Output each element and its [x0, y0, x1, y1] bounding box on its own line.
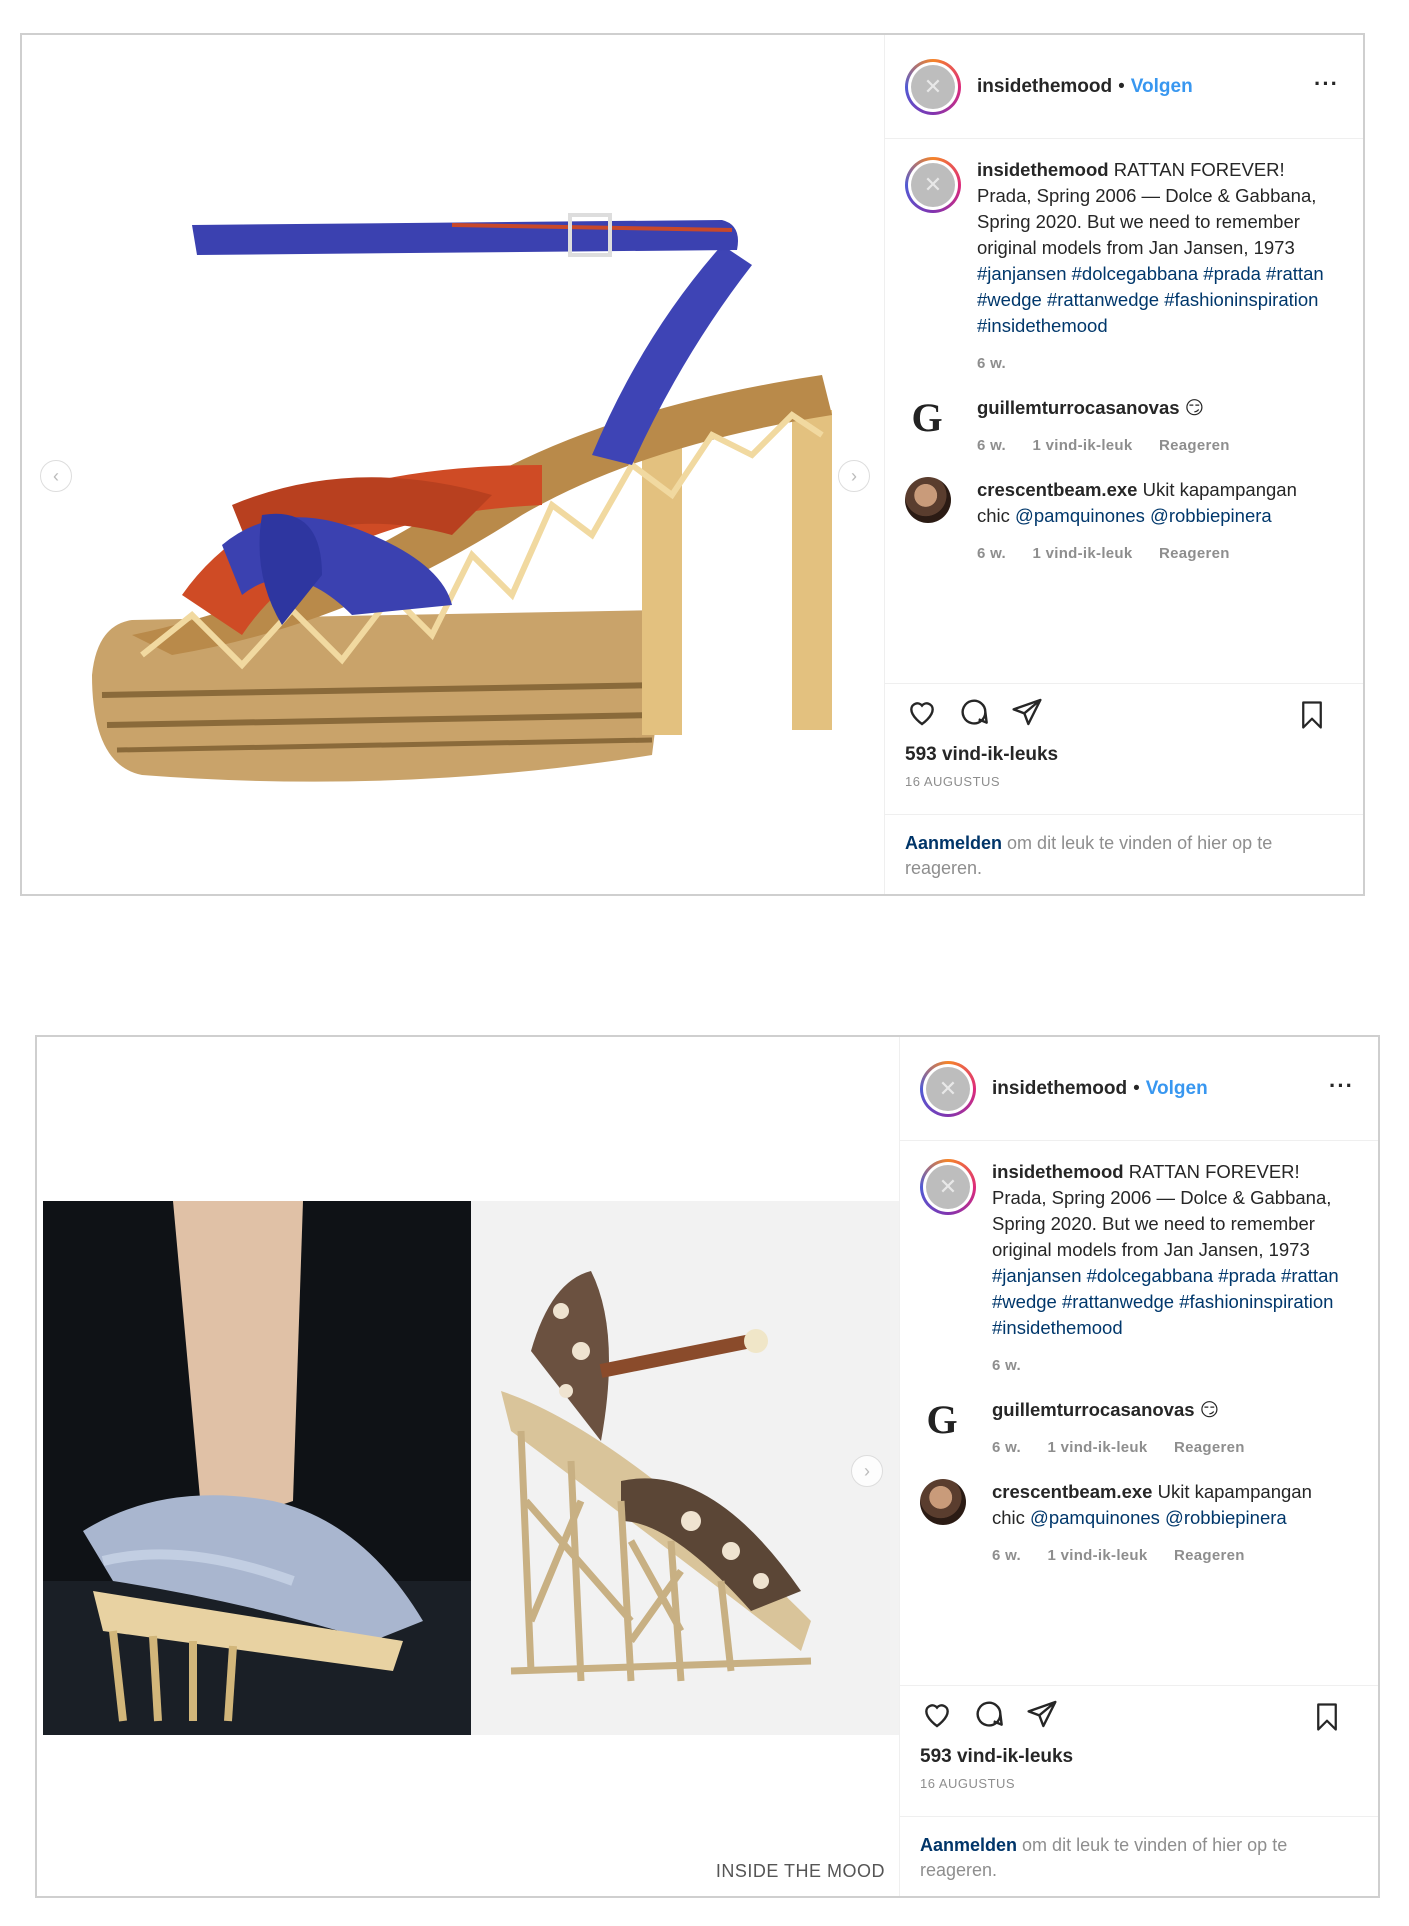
avatar[interactable]: ✕: [920, 1060, 976, 1117]
comment-time: 6 w.: [992, 1439, 1021, 1456]
reply-button[interactable]: Reageren: [1174, 1547, 1245, 1564]
watermark: INSIDE THE MOOD: [715, 1861, 885, 1881]
heart-icon[interactable]: [905, 696, 939, 728]
comment: G guillemturrocasanovas 😏 6 w. 1 vind-ik…: [920, 1397, 1358, 1461]
separator-dot: •: [1118, 75, 1125, 97]
logo-icon: ✕: [911, 163, 955, 207]
rattan-sandal-image: [92, 213, 832, 782]
follow-button[interactable]: Volgen: [1131, 76, 1193, 98]
caption-hashtags[interactable]: #janjansen #dolcegabbana #prada #rattan …: [977, 263, 1324, 336]
leopard-wedge-photo: [471, 1201, 899, 1735]
comment-icon[interactable]: [972, 1698, 1006, 1730]
comment-likes[interactable]: 1 vind-ik-leuk: [1047, 1547, 1147, 1564]
instagram-post-1: ‹ › ✕ insidethemood • Volgen ··· ✕ insid…: [20, 33, 1365, 896]
post-media-1: ‹ ›: [22, 35, 884, 894]
bookmark-icon[interactable]: [1312, 1700, 1342, 1734]
action-bar: [900, 1686, 1378, 1746]
caption-username[interactable]: insidethemood: [992, 1161, 1124, 1182]
post-sidebar-1: ✕ insidethemood • Volgen ··· ✕ insidethe…: [884, 35, 1363, 894]
post-header: ✕ insidethemood • Volgen ···: [900, 1037, 1378, 1141]
caption-time: 6 w.: [992, 1357, 1021, 1374]
post-media-2: › INSIDE THE MOOD: [37, 1037, 899, 1896]
post-date: 16 AUGUSTUS: [905, 774, 1001, 789]
chevron-right-icon[interactable]: ›: [838, 460, 870, 492]
logo-icon: ✕: [926, 1165, 970, 1209]
chevron-right-icon[interactable]: ›: [851, 1455, 883, 1487]
post-sidebar-2: ✕ insidethemood • Volgen ··· ✕ insidethe…: [899, 1037, 1378, 1896]
comment-mentions[interactable]: @pamquinones @robbiepinera: [1015, 505, 1272, 526]
comment-username[interactable]: crescentbeam.exe: [992, 1481, 1152, 1502]
g-logo-avatar[interactable]: G: [905, 395, 949, 440]
avatar[interactable]: [920, 1479, 966, 1525]
comment-likes[interactable]: 1 vind-ik-leuk: [1032, 545, 1132, 562]
g-logo-avatar[interactable]: G: [920, 1397, 964, 1442]
comment-username[interactable]: guillemturrocasanovas: [977, 397, 1180, 418]
instagram-post-2: › INSIDE THE MOOD ✕ insidethemood • Volg…: [35, 1035, 1380, 1898]
login-link[interactable]: Aanmelden: [920, 1835, 1017, 1855]
caption-username[interactable]: insidethemood: [977, 159, 1109, 180]
caption: ✕ insidethemood RATTAN FOREVER! Prada, S…: [905, 157, 1343, 377]
follow-button[interactable]: Volgen: [1146, 1078, 1208, 1100]
chevron-left-icon[interactable]: ‹: [40, 460, 72, 492]
share-icon[interactable]: [1025, 1698, 1059, 1730]
comment-likes[interactable]: 1 vind-ik-leuk: [1032, 437, 1132, 454]
comment-likes[interactable]: 1 vind-ik-leuk: [1047, 1439, 1147, 1456]
bookmark-icon[interactable]: [1297, 698, 1327, 732]
comment-time: 6 w.: [992, 1547, 1021, 1564]
likes-count[interactable]: 593 vind-ik-leuks: [885, 744, 1363, 766]
comment-mentions[interactable]: @pamquinones @robbiepinera: [1030, 1507, 1287, 1528]
comment-username[interactable]: crescentbeam.exe: [977, 479, 1137, 500]
comments-section: ✕ insidethemood RATTAN FOREVER! Prada, S…: [900, 1141, 1378, 1686]
share-icon[interactable]: [1010, 696, 1044, 728]
separator-dot: •: [1133, 1077, 1140, 1099]
avatar[interactable]: ✕: [905, 157, 961, 213]
comment-time: 6 w.: [977, 437, 1006, 454]
comment-time: 6 w.: [977, 545, 1006, 562]
avatar[interactable]: [905, 477, 951, 523]
action-bar: [885, 684, 1363, 744]
username[interactable]: insidethemood: [992, 1078, 1127, 1100]
login-prompt: Aanmelden om dit leuk te vinden of hier …: [900, 1816, 1378, 1896]
comment: crescentbeam.exe Ukit kapampangan chic @…: [905, 477, 1343, 567]
avatar[interactable]: ✕: [905, 58, 961, 115]
comment-text: 😏: [1199, 1399, 1219, 1420]
login-prompt: Aanmelden om dit leuk te vinden of hier …: [885, 814, 1363, 894]
username[interactable]: insidethemood: [977, 76, 1112, 98]
login-link[interactable]: Aanmelden: [905, 833, 1002, 853]
caption-time: 6 w.: [977, 355, 1006, 372]
comments-section: ✕ insidethemood RATTAN FOREVER! Prada, S…: [885, 139, 1363, 684]
post-date: 16 AUGUSTUS: [920, 1776, 1016, 1791]
caption: ✕ insidethemood RATTAN FOREVER! Prada, S…: [920, 1159, 1358, 1379]
comment-text: 😏: [1184, 397, 1204, 418]
comment-icon[interactable]: [957, 696, 991, 728]
caption-hashtags[interactable]: #janjansen #dolcegabbana #prada #rattan …: [992, 1265, 1339, 1338]
runway-wedge-photo: [43, 1201, 471, 1735]
reply-button[interactable]: Reageren: [1159, 437, 1230, 454]
post-header: ✕ insidethemood • Volgen ···: [885, 35, 1363, 139]
avatar[interactable]: ✕: [920, 1159, 976, 1215]
reply-button[interactable]: Reageren: [1159, 545, 1230, 562]
logo-icon: ✕: [926, 1066, 970, 1111]
comment: G guillemturrocasanovas 😏 6 w. 1 vind-ik…: [905, 395, 1343, 459]
comment-username[interactable]: guillemturrocasanovas: [992, 1399, 1195, 1420]
comment: crescentbeam.exe Ukit kapampangan chic @…: [920, 1479, 1358, 1569]
more-options-icon[interactable]: ···: [1314, 71, 1339, 97]
logo-icon: ✕: [911, 64, 955, 109]
heart-icon[interactable]: [920, 1698, 954, 1730]
more-options-icon[interactable]: ···: [1329, 1073, 1354, 1099]
likes-count[interactable]: 593 vind-ik-leuks: [900, 1746, 1378, 1768]
reply-button[interactable]: Reageren: [1174, 1439, 1245, 1456]
